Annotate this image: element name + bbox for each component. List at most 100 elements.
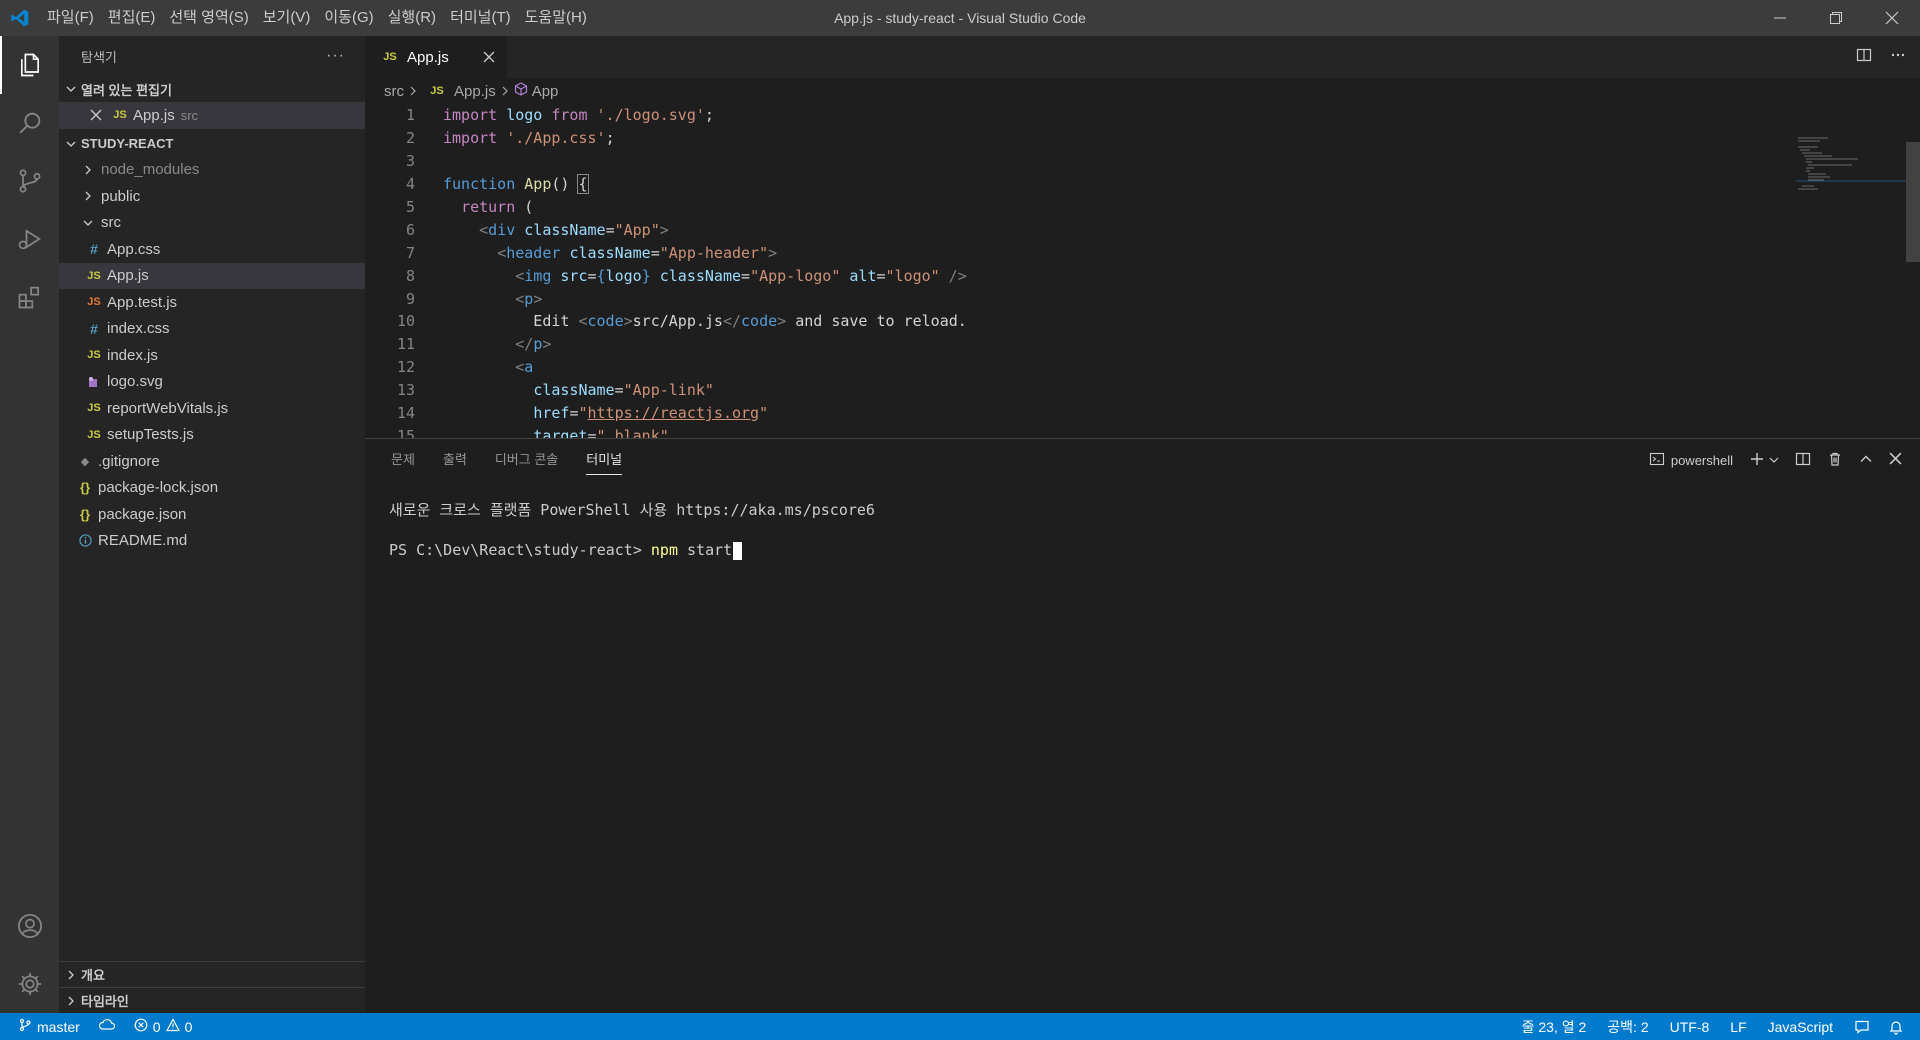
json-file-icon: {}: [79, 480, 91, 496]
menu-help[interactable]: 도움말(H): [518, 0, 594, 36]
cursor-position[interactable]: 줄 23, 열 2: [1513, 1013, 1596, 1040]
shell-name: powershell: [1670, 452, 1733, 468]
code-line: 7 <header className="App-header">: [365, 241, 1920, 264]
tab-problems[interactable]: 문제: [391, 439, 415, 481]
tree-label: src: [101, 214, 121, 232]
trash-icon[interactable]: [1827, 451, 1843, 470]
settings-gear-icon[interactable]: [0, 955, 59, 1013]
tree-label: App.css: [107, 240, 161, 258]
more-actions-icon[interactable]: [1890, 47, 1906, 67]
close-icon[interactable]: [87, 109, 105, 121]
tab-output[interactable]: 출력: [443, 439, 467, 481]
search-icon[interactable]: [0, 94, 59, 152]
menu-go[interactable]: 이동(G): [317, 0, 380, 36]
account-icon[interactable]: [0, 897, 59, 955]
tab-app-js[interactable]: JS App.js: [365, 36, 507, 78]
tab-debug-console[interactable]: 디버그 콘솔: [495, 439, 558, 481]
sync-indicator[interactable]: [89, 1013, 125, 1040]
breadcrumb-folder[interactable]: src: [384, 83, 404, 100]
info-icon: [76, 534, 94, 547]
language-mode[interactable]: JavaScript: [1756, 1013, 1842, 1040]
open-editor-folder: src: [180, 107, 199, 123]
notifications-bell-icon[interactable]: [1879, 1013, 1920, 1040]
title-bar: 파일(F) 편집(E) 선택 영역(S) 보기(V) 이동(G) 실행(R) 터…: [0, 0, 1920, 36]
breadcrumb-file[interactable]: App.js: [454, 83, 496, 100]
terminal-output[interactable]: 새로운 크로스 플랫폼 PowerShell 사용 https://aka.ms…: [365, 481, 1920, 561]
outline-header[interactable]: 개요: [59, 961, 365, 987]
breadcrumb: src JS App.js App: [365, 78, 1920, 104]
timeline-header[interactable]: 타임라인: [59, 987, 365, 1013]
code-line: 1 import logo from './logo.svg';: [365, 104, 1920, 127]
problems-indicator[interactable]: 0 0: [125, 1013, 202, 1040]
line-number: 2: [405, 129, 415, 148]
tree-file-package-json[interactable]: {} package.json: [59, 501, 365, 528]
editor-scrollbar[interactable]: [1906, 142, 1920, 262]
tree-label: .gitignore: [98, 452, 160, 470]
terminal-cursor: [733, 541, 743, 560]
tree-file-index-css[interactable]: # index.css: [59, 316, 365, 343]
encoding[interactable]: UTF-8: [1658, 1013, 1719, 1040]
editor-tabs: JS App.js: [365, 36, 1920, 78]
tree-file-app-js[interactable]: JS App.js: [59, 262, 365, 289]
tree-label: App.js: [107, 267, 149, 285]
close-panel-icon[interactable]: [1889, 452, 1902, 468]
minimize-button[interactable]: [1752, 0, 1808, 36]
menu-edit[interactable]: 편집(E): [101, 0, 163, 36]
error-icon: [134, 1018, 148, 1035]
tab-terminal[interactable]: 터미널: [586, 439, 622, 481]
branch-indicator[interactable]: master: [0, 1013, 89, 1040]
tree-file-index-js[interactable]: JS index.js: [59, 342, 365, 369]
tree-file-logo-svg[interactable]: logo.svg: [59, 369, 365, 396]
menu-selection[interactable]: 선택 영역(S): [162, 0, 255, 36]
close-window-button[interactable]: [1864, 0, 1920, 36]
tree-file-app-css[interactable]: # App.css: [59, 236, 365, 263]
git-branch-icon: [18, 1018, 32, 1035]
tree-file-report-web-vitals[interactable]: JS reportWebVitals.js: [59, 395, 365, 422]
extensions-icon[interactable]: [0, 268, 59, 326]
code-line: 11 </p>: [365, 333, 1920, 356]
line-number: 14: [396, 404, 415, 423]
js-test-file-icon: JS: [87, 296, 101, 309]
close-tab-icon[interactable]: [483, 47, 495, 68]
explorer-sidebar: 탐색기 ··· 열려 있는 편집기 JS App.js src STUDY-RE…: [59, 36, 365, 1013]
run-debug-icon[interactable]: [0, 210, 59, 268]
feedback-icon[interactable]: [1842, 1013, 1879, 1040]
split-terminal-icon[interactable]: [1795, 451, 1811, 470]
tree-folder-node-modules[interactable]: node_modules: [59, 157, 365, 184]
error-count: 0: [152, 1018, 161, 1035]
js-file-icon: JS: [113, 109, 127, 122]
tree-file-readme[interactable]: README.md: [59, 528, 365, 555]
chevron-down-icon: [63, 83, 79, 95]
js-file-icon: JS: [87, 269, 101, 282]
split-editor-icon[interactable]: [1856, 47, 1872, 67]
open-editor-item[interactable]: JS App.js src: [59, 102, 365, 129]
source-control-icon[interactable]: [0, 152, 59, 210]
open-editors-header[interactable]: 열려 있는 편집기: [59, 76, 365, 102]
breadcrumb-symbol[interactable]: App: [532, 83, 559, 100]
menu-terminal[interactable]: 터미널(T): [443, 0, 518, 36]
restore-button[interactable]: [1808, 0, 1864, 36]
tree-file-package-lock[interactable]: {} package-lock.json: [59, 475, 365, 502]
explorer-more-button[interactable]: ···: [326, 47, 345, 65]
minimap[interactable]: [1796, 136, 1906, 196]
maximize-panel-icon[interactable]: [1859, 452, 1873, 469]
project-header[interactable]: STUDY-REACT: [59, 131, 365, 157]
add-terminal-icon[interactable]: [1749, 451, 1765, 470]
chevron-down-icon[interactable]: [1769, 453, 1779, 468]
line-ending[interactable]: LF: [1718, 1013, 1755, 1040]
tree-file-app-test-js[interactable]: JS App.test.js: [59, 289, 365, 316]
code-line: 10 Edit <code>src/App.js</code> and save…: [365, 310, 1920, 333]
explorer-icon[interactable]: [0, 36, 59, 94]
menu-file[interactable]: 파일(F): [40, 0, 101, 36]
indentation[interactable]: 공백: 2: [1595, 1013, 1657, 1040]
tree-file-setup-tests[interactable]: JS setupTests.js: [59, 422, 365, 449]
json-file-icon: {}: [79, 506, 91, 522]
menu-run[interactable]: 실행(R): [381, 0, 443, 36]
tree-file-gitignore[interactable]: ◆ .gitignore: [59, 448, 365, 475]
tree-folder-public[interactable]: public: [59, 183, 365, 210]
terminal-selector[interactable]: powershell: [1649, 451, 1733, 470]
menu-view[interactable]: 보기(V): [256, 0, 318, 36]
tree-folder-src[interactable]: src: [59, 210, 365, 237]
code-view[interactable]: 1 import logo from './logo.svg'; 2 import …: [365, 104, 1920, 438]
tree-label: package.json: [98, 505, 187, 523]
